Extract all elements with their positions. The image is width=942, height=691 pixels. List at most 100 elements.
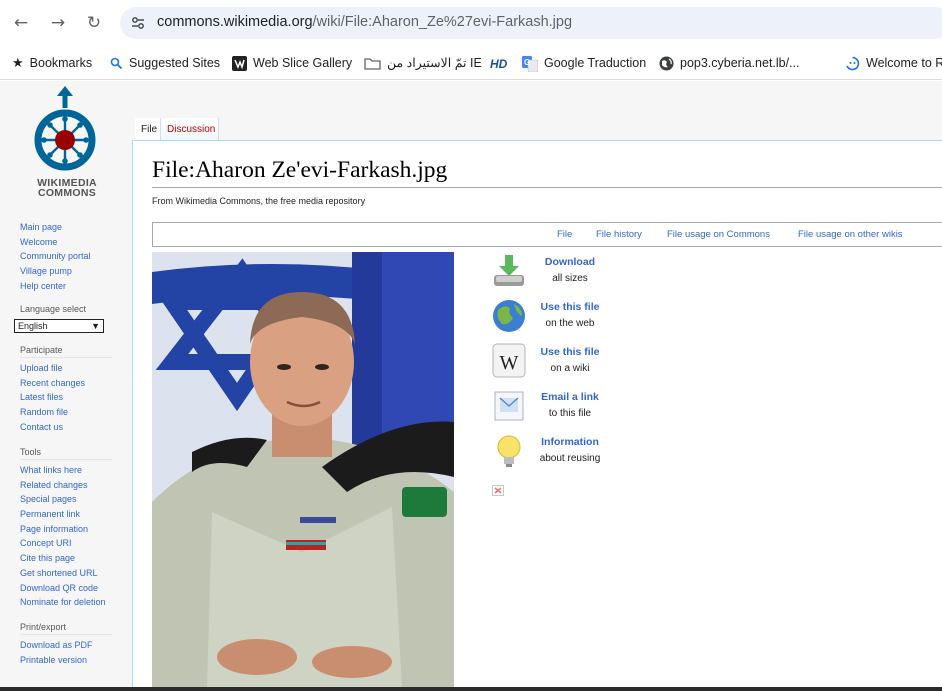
taskbar-edge <box>0 687 942 691</box>
site-settings-icon[interactable] <box>130 15 146 31</box>
loop-icon <box>846 56 860 71</box>
bookmarks-bar: ★ Bookmarks Suggested Sites Web Slice Gal… <box>0 46 942 80</box>
action-email-link-title[interactable]: Email a link <box>530 391 610 403</box>
action-use-wiki[interactable]: W Use this file on a wiki <box>492 343 622 383</box>
action-email-link-subtitle: to this file <box>548 408 592 419</box>
folder-icon <box>364 58 381 70</box>
file-toc: File File history File usage on Commons … <box>152 222 942 247</box>
action-information-title[interactable]: Information <box>530 436 610 448</box>
bookmark-bookmarks[interactable]: ★ Bookmarks <box>12 53 92 73</box>
filetoc-usage-other-wikis[interactable]: File usage on other wikis <box>798 229 903 240</box>
bookmark-label: تمّ الاستيراد من IE <box>387 56 482 70</box>
main-content: File:Aharon Ze'evi-Farkash.jpg From Wiki… <box>132 140 942 691</box>
wiki-page: WIKIMEDIA COMMONS Main page Welcome Comm… <box>0 81 942 691</box>
sidebar-item-recent-changes[interactable]: Recent changes <box>20 376 112 391</box>
action-download[interactable]: Download all sizes <box>492 253 622 293</box>
tab-discussion[interactable]: Discussion <box>161 118 219 141</box>
email-link-icon <box>494 391 524 421</box>
sidebar-item-latest-files[interactable]: Latest files <box>20 390 112 405</box>
filetoc-usage-commons[interactable]: File usage on Commons <box>667 229 770 240</box>
sidebar-item-download-pdf[interactable]: Download as PDF <box>20 638 112 653</box>
address-bar[interactable]: commons.wikimedia.org/wiki/File:Aharon_Z… <box>120 7 942 39</box>
sidebar-item-related-changes[interactable]: Related changes <box>20 478 112 493</box>
url-path: /wiki/File:Aharon_Ze%27evi-Farkash.jpg <box>312 14 573 30</box>
web-slice-icon <box>232 56 247 72</box>
svg-text:G: G <box>524 58 530 67</box>
sidebar-item-help-center[interactable]: Help center <box>20 279 91 294</box>
action-download-subtitle: all sizes <box>552 273 588 284</box>
sidebar-item-cite-this-page[interactable]: Cite this page <box>20 551 112 566</box>
action-email-link[interactable]: Email a link to this file <box>492 388 622 428</box>
sidebar-item-community-portal[interactable]: Community portal <box>20 249 91 264</box>
back-button[interactable]: ← <box>9 11 33 35</box>
sidebar-item-page-information[interactable]: Page information <box>20 522 112 537</box>
sidebar-nav: Main page Welcome Community portal Villa… <box>20 220 91 293</box>
lightbulb-icon <box>497 435 521 467</box>
action-use-web-subtitle: on the web <box>545 318 595 329</box>
bookmark-label: Bookmarks <box>29 56 93 70</box>
forward-button[interactable]: → <box>46 11 70 35</box>
browser-toolbar: ← → ↻ commons.wikimedia.org/wiki/File:Ah… <box>0 0 942 46</box>
bookmark-welcome[interactable]: Welcome to R <box>845 53 942 73</box>
print-export-heading: Print/export <box>20 621 112 635</box>
bookmark-label: Suggested Sites <box>129 56 221 70</box>
sidebar-item-permanent-link[interactable]: Permanent link <box>20 507 112 522</box>
action-use-wiki-title[interactable]: Use this file <box>530 346 610 358</box>
google-translate-icon: G <box>522 55 538 72</box>
page-title: File:Aharon Ze'evi-Farkash.jpg <box>152 157 448 183</box>
sidebar-item-upload-file[interactable]: Upload file <box>20 361 112 376</box>
wikimedia-commons-logo[interactable]: WIKIMEDIA COMMONS <box>22 84 112 198</box>
bookmark-pop3-cyberia[interactable]: pop3.cyberia.net.lb/... <box>659 53 800 73</box>
bookmark-web-slice-gallery[interactable]: Web Slice Gallery <box>232 53 352 73</box>
filetoc-file[interactable]: File <box>557 229 572 240</box>
bookmark-google-traduction[interactable]: G Google Traduction <box>522 53 646 73</box>
sidebar-item-concept-uri[interactable]: Concept URI <box>20 536 112 551</box>
sidebar-item-get-shortened-url[interactable]: Get shortened URL <box>20 566 112 581</box>
sidebar-item-nominate-for-deletion[interactable]: Nominate for deletion <box>20 595 112 610</box>
sidebar-item-main-page[interactable]: Main page <box>20 220 91 235</box>
action-use-web[interactable]: Use this file on the web <box>492 298 622 338</box>
hd-icon: HD <box>490 56 508 71</box>
sidebar-item-printable-version[interactable]: Printable version <box>20 653 112 668</box>
sidebar-item-village-pump[interactable]: Village pump <box>20 264 91 279</box>
chevron-down-icon: ▼ <box>91 321 100 331</box>
bookmark-label: Welcome to R <box>866 56 942 70</box>
action-information[interactable]: Information about reusing <box>492 433 622 473</box>
file-image[interactable] <box>152 252 454 687</box>
action-download-title[interactable]: Download <box>530 256 610 268</box>
sidebar-item-random-file[interactable]: Random file <box>20 405 112 420</box>
commons-logo-icon <box>34 86 96 171</box>
sidebar-item-download-qr-code[interactable]: Download QR code <box>20 581 112 596</box>
page-tagline: From Wikimedia Commons, the free media r… <box>152 196 366 206</box>
portrait-image <box>152 252 454 687</box>
url-text[interactable]: commons.wikimedia.org/wiki/File:Aharon_Z… <box>157 14 572 30</box>
tab-file[interactable]: File <box>135 118 161 141</box>
broken-image-icon <box>492 485 504 496</box>
wikipedia-icon: W <box>492 343 526 378</box>
reload-button[interactable]: ↻ <box>82 11 106 35</box>
tools-heading: Tools <box>20 446 112 460</box>
title-divider <box>152 187 942 188</box>
search-icon <box>110 57 123 70</box>
sidebar-item-what-links-here[interactable]: What links here <box>20 463 112 478</box>
action-use-wiki-subtitle: on a wiki <box>550 363 590 374</box>
sidebar-item-welcome[interactable]: Welcome <box>20 235 91 250</box>
filetoc-file-history[interactable]: File history <box>596 229 642 240</box>
language-select-value: English <box>18 321 48 331</box>
url-host: commons.wikimedia.org <box>157 14 313 30</box>
bookmark-label: Google Traduction <box>544 56 647 70</box>
svg-text:W: W <box>500 352 519 374</box>
sidebar-item-special-pages[interactable]: Special pages <box>20 492 112 507</box>
participate-heading: Participate <box>20 344 112 358</box>
star-icon: ★ <box>12 55 24 71</box>
sidebar-participate: Participate Upload file Recent changes L… <box>20 344 112 434</box>
language-select[interactable]: English ▼ <box>14 319 104 333</box>
sidebar-item-contact-us[interactable]: Contact us <box>20 420 112 435</box>
bookmark-ie-import-folder[interactable]: تمّ الاستيراد من IE <box>364 53 482 73</box>
download-icon <box>494 255 524 286</box>
action-information-subtitle: about reusing <box>539 453 601 464</box>
bookmark-label: pop3.cyberia.net.lb/... <box>680 56 800 70</box>
bookmark-suggested-sites[interactable]: Suggested Sites <box>110 53 220 73</box>
bookmark-hd[interactable]: HD <box>490 53 513 73</box>
action-use-web-title[interactable]: Use this file <box>530 301 610 313</box>
